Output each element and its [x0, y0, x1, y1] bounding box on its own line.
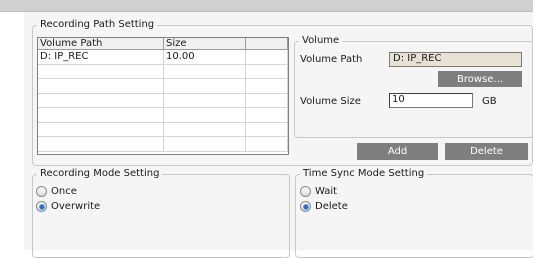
- volume-path-field: D: IP_REC: [389, 52, 522, 67]
- table-row[interactable]: [38, 93, 288, 108]
- cell-size: 10.00: [164, 50, 246, 64]
- cell-volume-path: D: IP_REC: [38, 50, 164, 64]
- volume-size-input[interactable]: 10: [389, 93, 473, 108]
- radio-overwrite-button[interactable]: [36, 201, 47, 212]
- cell-extra: [246, 50, 288, 64]
- table-row[interactable]: [38, 64, 288, 79]
- column-header-extra[interactable]: [246, 38, 288, 49]
- left-margin: [0, 12, 24, 250]
- table-row[interactable]: [38, 137, 288, 152]
- volume-legend: Volume: [302, 35, 340, 46]
- cell-volume-path: [38, 79, 164, 93]
- table-row[interactable]: [38, 122, 288, 137]
- radio-wait-button[interactable]: [300, 186, 311, 197]
- volume-list-header: Volume Path Size: [38, 38, 288, 50]
- table-row[interactable]: D: IP_REC 10.00: [38, 50, 288, 65]
- volume-size-label: Volume Size: [300, 96, 361, 107]
- radio-wait[interactable]: Wait: [300, 186, 337, 197]
- recording-path-legend: Recording Path Setting: [40, 19, 155, 30]
- cell-volume-path: [38, 64, 164, 78]
- recording-mode-legend: Recording Mode Setting: [40, 168, 160, 179]
- cell-volume-path: [38, 93, 164, 107]
- cell-extra: [246, 64, 288, 78]
- radio-delete[interactable]: Delete: [300, 201, 348, 212]
- volume-path-label: Volume Path: [300, 54, 363, 65]
- cell-extra: [246, 79, 288, 93]
- cell-extra: [246, 137, 288, 151]
- cell-size: [164, 108, 246, 122]
- column-header-volume-path[interactable]: Volume Path: [38, 38, 164, 49]
- cell-volume-path: [38, 137, 164, 151]
- time-sync-group: Time Sync Mode Setting: [295, 168, 533, 258]
- recording-mode-group: Recording Mode Setting: [32, 168, 290, 258]
- volume-size-unit: GB: [482, 96, 497, 107]
- time-sync-legend: Time Sync Mode Setting: [303, 168, 425, 179]
- cell-size: [164, 93, 246, 107]
- cell-extra: [246, 122, 288, 136]
- cell-size: [164, 64, 246, 78]
- radio-wait-label: Wait: [315, 186, 338, 197]
- radio-once[interactable]: Once: [36, 186, 77, 197]
- cell-extra: [246, 93, 288, 107]
- window-top-bar: [0, 0, 533, 12]
- radio-delete-label: Delete: [315, 201, 348, 212]
- table-row[interactable]: [38, 79, 288, 94]
- browse-button[interactable]: Browse...: [438, 71, 522, 87]
- cell-volume-path: [38, 108, 164, 122]
- add-button[interactable]: Add: [357, 143, 438, 160]
- cell-extra: [246, 108, 288, 122]
- column-header-size[interactable]: Size: [164, 38, 246, 49]
- radio-once-button[interactable]: [36, 186, 47, 197]
- delete-button[interactable]: Delete: [445, 143, 528, 160]
- cell-volume-path: [38, 122, 164, 136]
- volume-list[interactable]: Volume Path Size D: IP_REC 10.00: [37, 37, 289, 155]
- cell-size: [164, 79, 246, 93]
- radio-overwrite[interactable]: Overwrite: [36, 201, 100, 212]
- cell-size: [164, 122, 246, 136]
- radio-once-label: Once: [51, 186, 77, 197]
- radio-delete-button[interactable]: [300, 201, 311, 212]
- table-row[interactable]: [38, 108, 288, 123]
- radio-overwrite-label: Overwrite: [51, 201, 101, 212]
- cell-size: [164, 137, 246, 151]
